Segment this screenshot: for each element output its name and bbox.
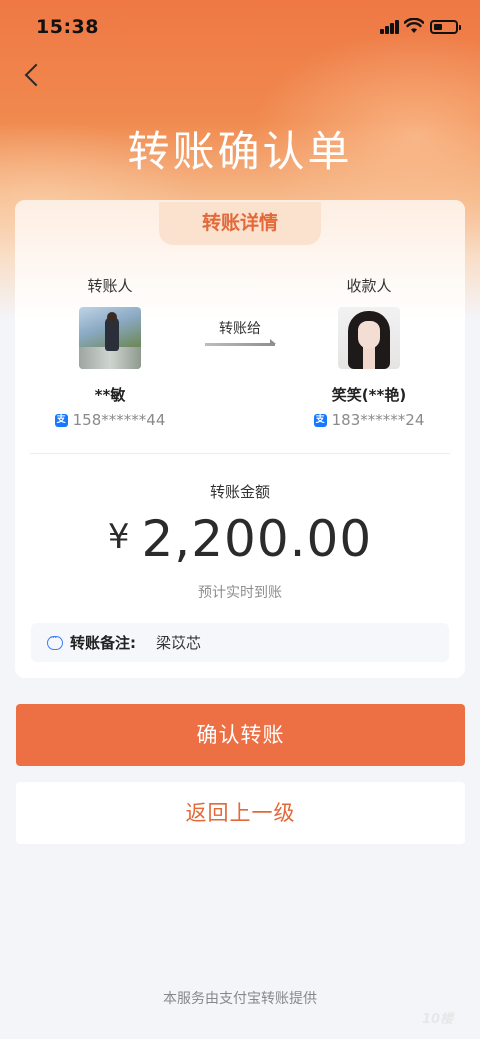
amount-value: 2,200.00 — [141, 510, 373, 568]
status-bar: 15:38 — [0, 0, 480, 56]
receiver-account-number: 183******24 — [331, 411, 425, 429]
receiver-avatar — [338, 307, 400, 369]
receiver-account: 支 183******24 — [304, 411, 434, 429]
transfer-to-label: 转账给 — [219, 321, 261, 337]
receiver-info: 收款人 笑笑(**艳) 支 183******24 — [304, 275, 434, 429]
receiver-role-label: 收款人 — [346, 277, 392, 295]
message-bubble-icon — [47, 631, 63, 650]
sender-role-label: 转账人 — [87, 277, 133, 295]
sender-account: 支 158******44 — [45, 411, 175, 429]
arrival-eta: 预计实时到账 — [198, 585, 282, 601]
transfer-details-card: 转账详情 转账人 **敏 支 158******44 转账给 收款人 笑笑(**… — [15, 200, 465, 678]
back-button[interactable]: 返回上一级 — [16, 782, 465, 844]
transfer-direction: 转账给 — [205, 318, 276, 346]
confirm-transfer-button[interactable]: 确认转账 — [16, 704, 465, 766]
arrow-right-icon — [205, 339, 276, 346]
status-time: 15:38 — [36, 16, 99, 38]
amount-label: 转账金额 — [209, 483, 270, 501]
remark-value: 梁苡芯 — [156, 634, 202, 652]
back-chevron-icon[interactable] — [18, 60, 50, 92]
transfer-amount: ¥2,200.00 — [15, 510, 465, 568]
sender-account-number: 158******44 — [72, 411, 166, 429]
wifi-icon — [404, 18, 424, 33]
receiver-name: 笑笑(**艳) — [331, 386, 407, 404]
alipay-icon: 支 — [313, 413, 327, 427]
details-tab-label: 转账详情 — [159, 202, 321, 245]
currency-symbol: ¥ — [107, 517, 130, 557]
sender-info: 转账人 **敏 支 158******44 — [45, 275, 175, 429]
service-provider-note: 本服务由支付宝转账提供 — [163, 991, 317, 1007]
page-title: 转账确认单 — [127, 127, 353, 176]
watermark-logo: 10楼 — [422, 1012, 454, 1027]
transfer-remark: 转账备注: 梁苡芯 — [31, 623, 449, 662]
sender-name: **敏 — [94, 386, 126, 404]
divider — [30, 453, 450, 454]
alipay-icon: 支 — [54, 413, 68, 427]
remark-label: 转账备注: — [70, 634, 136, 652]
cellular-signal-icon — [380, 20, 400, 34]
sender-avatar — [79, 307, 141, 369]
transfer-confirm-page: 15:38 转账确认单 转账详情 转账人 **敏 支 158******44 转… — [0, 0, 480, 1039]
battery-icon — [430, 20, 461, 34]
